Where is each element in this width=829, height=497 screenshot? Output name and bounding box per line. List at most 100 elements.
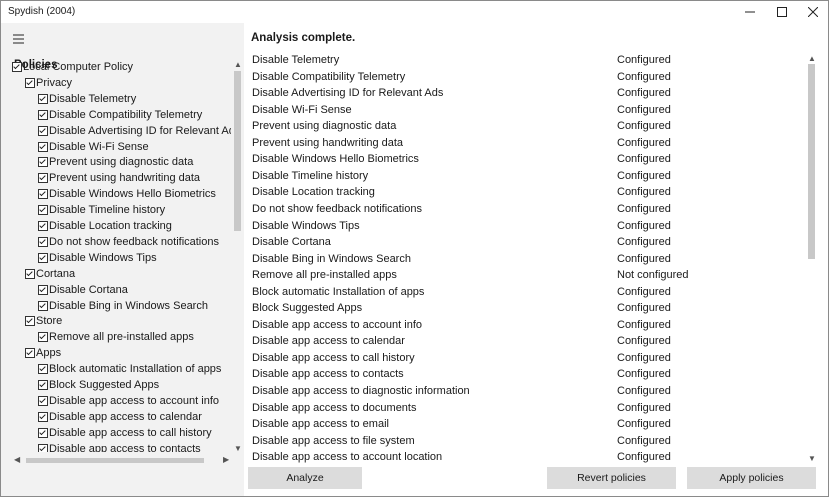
tree-item[interactable]: Do not show feedback notifications [38, 234, 219, 250]
tree-item[interactable]: Store [25, 313, 62, 329]
tree-item-label: Disable Timeline history [49, 204, 166, 217]
result-row[interactable]: Disable Advertising ID for Relevant Ads C… [248, 86, 803, 102]
tree-item[interactable]: Block Suggested Apps [38, 377, 159, 393]
checkbox-checked-icon[interactable] [38, 141, 48, 152]
tree-item-label: Cortana [36, 267, 76, 280]
tree-item[interactable]: Disable Telemetry [38, 91, 136, 107]
analyze-button[interactable]: Analyze [248, 467, 362, 489]
checkbox-checked-icon[interactable] [38, 443, 48, 452]
checkbox-checked-icon[interactable] [25, 316, 35, 327]
tree-scroll-thumb[interactable] [234, 71, 241, 231]
checkbox-checked-icon[interactable] [38, 125, 48, 136]
policy-status: Configured [617, 169, 671, 182]
checkbox-checked-icon[interactable] [38, 364, 48, 375]
tree-item[interactable]: Disable app access to call history [38, 425, 212, 441]
policy-tree: Local Computer Policy Privacy Disable Tele… [1, 59, 231, 452]
tree-item[interactable]: Prevent using diagnostic data [38, 154, 193, 170]
minimize-button[interactable] [733, 1, 767, 23]
result-row[interactable]: Disable Telemetry Configured [248, 53, 803, 69]
result-row[interactable]: Disable app access to file system Configu… [248, 434, 803, 450]
result-row[interactable]: Disable app access to documents Configure… [248, 401, 803, 417]
checkbox-checked-icon[interactable] [38, 236, 48, 247]
scroll-down-icon[interactable]: ▼ [808, 454, 816, 463]
hamburger-menu-button[interactable] [13, 32, 25, 47]
result-row[interactable]: Remove all pre-installed apps Not configu… [248, 268, 803, 284]
tree-item[interactable]: Privacy [25, 75, 72, 91]
revert-policies-button[interactable]: Revert policies [547, 467, 676, 489]
tree-item[interactable]: Disable Advertising ID for Relevant Ads [38, 123, 231, 139]
checkbox-checked-icon[interactable] [38, 205, 48, 216]
checkbox-checked-icon[interactable] [25, 268, 35, 279]
checkbox-checked-icon[interactable] [38, 109, 48, 120]
scroll-down-icon[interactable]: ▼ [234, 444, 242, 453]
checkbox-checked-icon[interactable] [12, 62, 22, 72]
tree-item[interactable]: Disable app access to contacts [38, 441, 201, 452]
tree-item[interactable]: Apps [25, 345, 61, 361]
result-row[interactable]: Disable Windows Tips Configured [248, 219, 803, 235]
result-row[interactable]: Disable app access to account info Config… [248, 318, 803, 334]
checkbox-checked-icon[interactable] [25, 348, 35, 359]
apply-policies-button[interactable]: Apply policies [687, 467, 816, 489]
result-row[interactable]: Disable app access to account location Co… [248, 450, 803, 463]
tree-item[interactable]: Disable app access to calendar [38, 409, 202, 425]
result-row[interactable]: Disable Timeline history Configured [248, 169, 803, 185]
checkbox-checked-icon[interactable] [38, 284, 48, 295]
checkbox-checked-icon[interactable] [38, 221, 48, 231]
checkbox-checked-icon[interactable] [38, 252, 48, 263]
checkbox-checked-icon[interactable] [38, 332, 48, 343]
tree-item[interactable]: Disable Bing in Windows Search [38, 298, 208, 314]
result-row[interactable]: Prevent using handwriting data Configured [248, 136, 803, 152]
maximize-button[interactable] [765, 1, 799, 23]
tree-item[interactable]: Disable Cortana [38, 282, 128, 298]
policy-name: Disable Location tracking [252, 186, 375, 199]
tree-item[interactable]: Prevent using handwriting data [38, 170, 200, 186]
tree-item[interactable]: Disable app access to account info [38, 393, 219, 409]
tree-item[interactable]: Remove all pre-installed apps [38, 329, 194, 345]
result-row[interactable]: Disable Wi-Fi Sense Configured [248, 103, 803, 119]
result-row[interactable]: Disable app access to contacts Configured [248, 367, 803, 383]
result-row[interactable]: Disable app access to diagnostic informa… [248, 384, 803, 400]
checkbox-checked-icon[interactable] [38, 380, 48, 390]
scroll-up-icon[interactable]: ▲ [234, 60, 242, 69]
tree-hscroll-thumb[interactable] [26, 458, 204, 463]
policy-name: Prevent using diagnostic data [252, 120, 397, 133]
result-row[interactable]: Disable Windows Hello Biometrics Configur… [248, 152, 803, 168]
checkbox-checked-icon[interactable] [38, 427, 48, 438]
tree-item[interactable]: Local Computer Policy [12, 59, 133, 75]
tree-item[interactable]: Disable Location tracking [38, 218, 172, 234]
result-row[interactable]: Disable Bing in Windows Search Configured [248, 252, 803, 268]
checkbox-checked-icon[interactable] [38, 189, 48, 200]
scroll-up-icon[interactable]: ▲ [808, 54, 816, 63]
tree-item[interactable]: Disable Windows Hello Biometrics [38, 186, 216, 202]
checkbox-checked-icon[interactable] [38, 395, 48, 406]
checkbox-checked-icon[interactable] [38, 411, 48, 422]
checkbox-checked-icon[interactable] [38, 93, 48, 104]
result-row[interactable]: Block Suggested Apps Configured [248, 301, 803, 317]
checkbox-checked-icon[interactable] [25, 77, 35, 88]
tree-item[interactable]: Block automatic Installation of apps [38, 361, 221, 377]
scroll-right-icon[interactable]: ▶ [223, 455, 229, 464]
result-row[interactable]: Disable Location tracking Configured [248, 185, 803, 201]
tree-item[interactable]: Disable Timeline history [38, 202, 165, 218]
result-row[interactable]: Do not show feedback notifications Config… [248, 202, 803, 218]
tree-item[interactable]: Disable Wi-Fi Sense [38, 139, 149, 155]
result-row[interactable]: Disable app access to call history Config… [248, 351, 803, 367]
checkbox-checked-icon[interactable] [38, 157, 48, 168]
tree-item[interactable]: Cortana [25, 266, 75, 282]
scroll-left-icon[interactable]: ◀ [14, 455, 20, 464]
result-row[interactable]: Disable Compatibility Telemetry Configure… [248, 70, 803, 86]
close-button[interactable] [796, 1, 829, 23]
policy-status: Configured [617, 219, 671, 232]
result-row[interactable]: Prevent using diagnostic data Configured [248, 119, 803, 135]
tree-item[interactable]: Disable Compatibility Telemetry [38, 107, 202, 123]
tree-item-label: Block automatic Installation of apps [49, 363, 222, 376]
result-row[interactable]: Disable app access to email Configured [248, 417, 803, 433]
result-row[interactable]: Disable Cortana Configured [248, 235, 803, 251]
checkbox-checked-icon[interactable] [38, 300, 48, 311]
checkbox-checked-icon[interactable] [38, 173, 48, 184]
tree-item[interactable]: Disable Windows Tips [38, 250, 157, 266]
policy-status: Configured [617, 302, 671, 315]
results-scroll-thumb[interactable] [808, 64, 815, 259]
result-row[interactable]: Disable app access to calendar Configured [248, 334, 803, 350]
result-row[interactable]: Block automatic Installation of apps Conf… [248, 285, 803, 301]
